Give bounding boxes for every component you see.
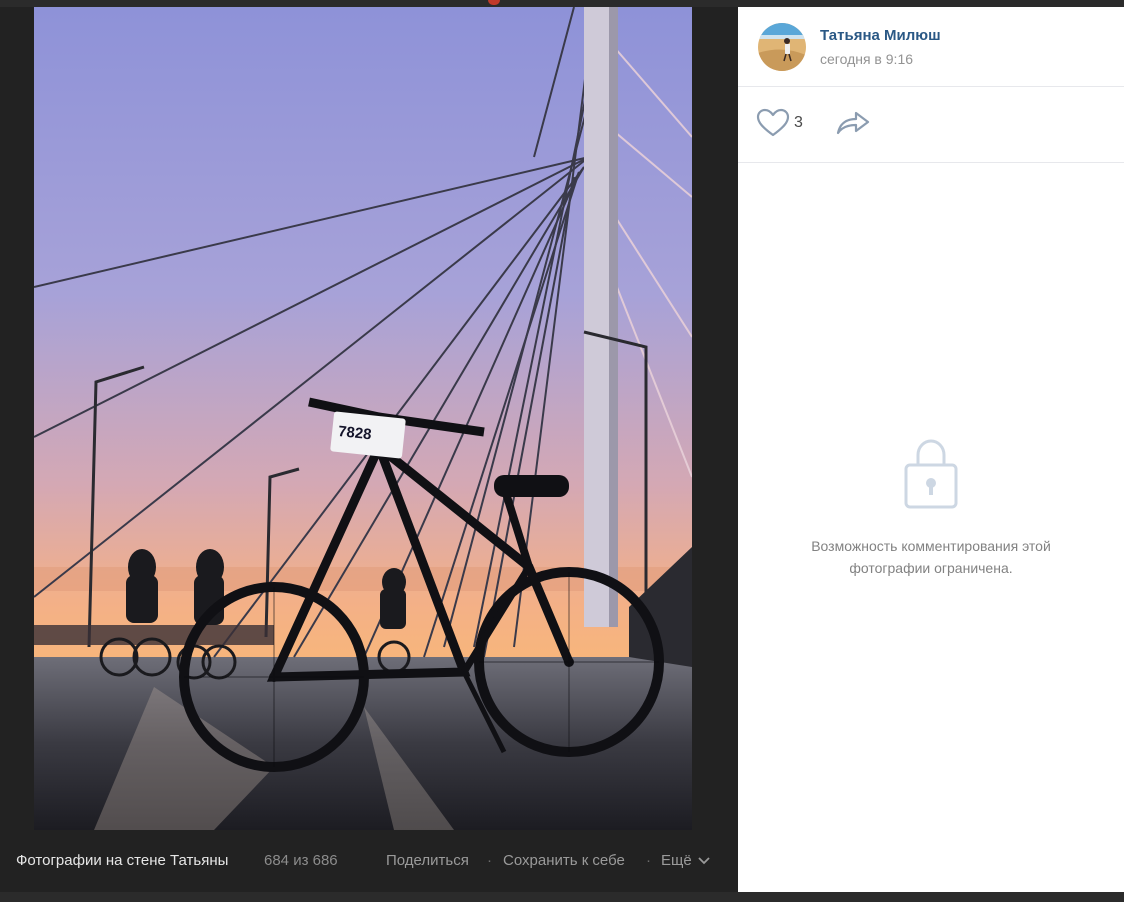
lock-icon [904,439,958,509]
save-to-self-link[interactable]: Сохранить к себе [503,852,625,870]
top-strip [0,0,1124,7]
album-title[interactable]: Фотографии на стене Татьяны [16,852,228,870]
bottom-strip [0,892,1124,902]
author-name[interactable]: Татьяна Милюш [820,27,941,44]
divider [738,162,1124,163]
viewer-bottom-bar: Фотографии на стене Татьяны 684 из 686 П… [0,844,738,892]
separator-dot: · [487,852,492,869]
photo-counter: 684 из 686 [264,852,338,869]
bib-number: 7828 [337,423,372,443]
like-count: 3 [794,114,803,131]
post-date[interactable]: сегодня в 9:16 [820,51,913,67]
divider [738,86,1124,87]
heart-icon[interactable] [756,108,790,138]
avatar[interactable] [758,23,806,71]
more-menu-link[interactable]: Ещё [661,852,692,870]
photo-viewer: 7828 Фотографии на стене Татьяны 684 из … [0,7,738,892]
share-arrow-icon[interactable] [836,110,870,136]
info-panel: Татьяна Милюш сегодня в 9:16 3 Возможнос… [738,7,1124,892]
separator-dot: · [646,852,651,869]
comments-restricted-text: Возможность комментирования этой фотогра… [811,538,1051,576]
photo[interactable]: 7828 [34,7,692,830]
chevron-down-icon[interactable] [698,857,710,865]
share-link[interactable]: Поделиться [386,852,469,870]
